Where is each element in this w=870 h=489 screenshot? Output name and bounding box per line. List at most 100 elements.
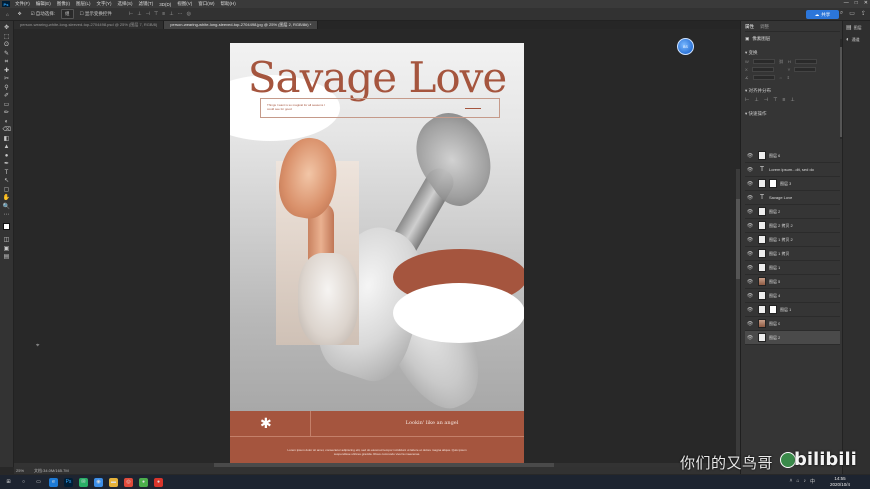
shape-tool-icon[interactable]: ▢ bbox=[3, 187, 11, 193]
layer-row[interactable]: 👁 图层 1 bbox=[745, 261, 840, 275]
zoom-level[interactable]: 25% bbox=[16, 468, 24, 473]
rectangle-tool-icon[interactable]: ▭ bbox=[3, 102, 11, 108]
floating-assistant-badge[interactable]: BS bbox=[677, 38, 694, 55]
visibility-eye-icon[interactable]: 👁 bbox=[745, 279, 755, 285]
folder-icon[interactable]: ▬ bbox=[109, 477, 118, 487]
screen-mode-icon[interactable]: ▣ bbox=[3, 246, 11, 252]
pen-tool-icon[interactable]: ✒ bbox=[3, 161, 11, 167]
auto-select-dropdown[interactable]: 组 bbox=[61, 9, 74, 19]
move-tool-preset-icon[interactable]: ✥ bbox=[15, 10, 25, 18]
menu-select[interactable]: 选择(S) bbox=[115, 1, 136, 7]
align-left-edges-icon[interactable]: ⊢ bbox=[745, 97, 749, 103]
visibility-eye-icon[interactable]: 👁 bbox=[745, 251, 755, 257]
app-green-icon[interactable]: ● bbox=[139, 477, 148, 487]
gradient-tool-icon[interactable]: ◧ bbox=[3, 136, 11, 142]
auto-select-checkbox[interactable]: ☑ 自动选择: bbox=[28, 10, 59, 18]
y-field[interactable] bbox=[794, 67, 817, 72]
zoom-tool-icon[interactable]: 🔍 bbox=[3, 204, 11, 210]
visibility-eye-icon[interactable]: 👁 bbox=[745, 321, 755, 327]
start-icon[interactable]: ⊞ bbox=[4, 478, 13, 487]
layer-row[interactable]: 👁 图层 4 bbox=[745, 289, 840, 303]
quick-mask-icon[interactable]: ◫ bbox=[3, 237, 11, 243]
photoshop-taskbar-icon[interactable]: Ps bbox=[64, 477, 73, 487]
menu-layer[interactable]: 图层(L) bbox=[73, 1, 94, 7]
visibility-eye-icon[interactable]: 👁 bbox=[745, 195, 755, 201]
layer-row[interactable]: 👁 图层 2 拷贝 2 bbox=[745, 219, 840, 233]
workspace-icon[interactable]: ▭ bbox=[849, 10, 855, 17]
artboard-icon[interactable]: ▤ bbox=[3, 254, 11, 260]
visibility-eye-icon[interactable]: 👁 bbox=[745, 237, 755, 243]
eyedropper-tool-icon[interactable]: ⚲ bbox=[3, 85, 11, 91]
app-red-icon[interactable]: ● bbox=[154, 477, 163, 487]
ime-icon[interactable]: 中 bbox=[810, 478, 815, 485]
rotation-field[interactable] bbox=[752, 75, 775, 80]
share-button[interactable]: ☁ 共享 bbox=[806, 10, 839, 19]
tab-properties[interactable]: 属性 bbox=[745, 24, 754, 30]
align-top-icon[interactable]: ⊤ bbox=[154, 11, 158, 17]
flip-horizontal-icon[interactable]: ⇔ bbox=[779, 75, 783, 80]
wechat-icon[interactable]: ✉ bbox=[79, 477, 88, 487]
path-select-tool-icon[interactable]: ↖ bbox=[3, 178, 11, 184]
layer-row[interactable]: 👁 T Savage Love bbox=[745, 191, 840, 205]
layer-row[interactable]: 👁 图层 2 bbox=[745, 205, 840, 219]
chat-icon[interactable]: ◉ bbox=[94, 477, 103, 487]
visibility-eye-icon[interactable]: 👁 bbox=[745, 167, 755, 173]
blur-tool-icon[interactable]: ▲ bbox=[3, 144, 11, 150]
flip-vertical-icon[interactable]: ⇕ bbox=[787, 75, 790, 80]
tab-document-jpg[interactable]: person-wearing-white-long-sleeved-top-27… bbox=[164, 21, 319, 29]
minimize-icon[interactable]: — bbox=[844, 0, 849, 6]
menu-type[interactable]: 文字(Y) bbox=[94, 1, 115, 7]
side-panel-channels[interactable]: ◐ 通道 bbox=[843, 34, 870, 46]
align-bottom-edges-icon[interactable]: ⊥ bbox=[790, 97, 794, 103]
visibility-eye-icon[interactable]: 👁 bbox=[745, 153, 755, 159]
visibility-eye-icon[interactable]: 👁 bbox=[745, 223, 755, 229]
align-h-centers-icon[interactable]: ⊥ bbox=[754, 97, 758, 103]
menu-edit[interactable]: 编辑(E) bbox=[33, 1, 54, 7]
link-icon[interactable]: ⛓ bbox=[779, 59, 784, 64]
layer-row[interactable]: 👁 图层 1 拷贝 2 bbox=[745, 233, 840, 247]
hand-tool-icon[interactable]: ✋ bbox=[3, 195, 11, 201]
3d-mode-icon[interactable]: ◎ bbox=[187, 11, 191, 17]
layer-row[interactable]: 👁 图层 1 bbox=[745, 303, 840, 317]
share-arrow-icon[interactable]: ⇪ bbox=[861, 10, 866, 17]
volume-icon[interactable]: ♪ bbox=[803, 478, 806, 485]
align-left-icon[interactable]: ⊢ bbox=[129, 11, 133, 17]
align-section[interactable]: ▾ 对齐并分布 bbox=[745, 88, 840, 94]
layer-row[interactable]: 👁 图层 6 bbox=[745, 149, 840, 163]
align-right-icon[interactable]: ⊣ bbox=[146, 11, 150, 17]
slice-tool-icon[interactable]: ✂ bbox=[3, 76, 11, 82]
layer-row[interactable]: 👁 图层 0 bbox=[745, 317, 840, 331]
menu-view[interactable]: 视图(V) bbox=[174, 1, 195, 7]
layer-row[interactable]: 👁 图层 2 bbox=[745, 331, 840, 345]
home-icon[interactable]: ⌂ bbox=[3, 11, 12, 18]
layer-row[interactable]: 👁 图层 3 bbox=[745, 177, 840, 191]
layer-row[interactable]: 👁 T Lorem ipsum...dit, sed do bbox=[745, 163, 840, 177]
brush-tool-icon[interactable]: ✏ bbox=[3, 110, 11, 116]
edge-browser-icon[interactable]: e bbox=[49, 477, 58, 487]
tab-document-psd[interactable]: person-wearing-white-long-sleeved-top-27… bbox=[14, 21, 165, 29]
task-view-icon[interactable]: ▭ bbox=[34, 478, 43, 487]
width-field[interactable] bbox=[752, 59, 775, 64]
background-color-swatch[interactable] bbox=[7, 226, 14, 234]
lasso-tool-icon[interactable]: ʘ bbox=[3, 42, 11, 48]
more-options-icon[interactable]: ⋯ bbox=[178, 11, 183, 17]
menu-file[interactable]: 文件(F) bbox=[12, 1, 33, 7]
align-top-edges-icon[interactable]: ⊤ bbox=[773, 97, 777, 103]
align-bottom-icon[interactable]: ⊥ bbox=[169, 11, 173, 17]
chrome-icon[interactable]: ◎ bbox=[124, 477, 133, 487]
layer-row[interactable]: 👁 图层 1 拷贝 bbox=[745, 247, 840, 261]
quick-actions-section[interactable]: ▾ 快速操作 bbox=[745, 111, 840, 117]
edit-toolbar-icon[interactable]: ⋯ bbox=[3, 212, 11, 218]
marquee-tool-icon[interactable]: ⬚ bbox=[3, 34, 11, 40]
taskbar-clock[interactable]: 14:55 2020/10/4 bbox=[830, 476, 850, 487]
frame-tool-icon[interactable]: ✚ bbox=[3, 68, 11, 74]
healing-brush-tool-icon[interactable]: ✐ bbox=[3, 93, 11, 99]
align-middle-icon[interactable]: ≡ bbox=[162, 11, 165, 17]
menu-window[interactable]: 窗口(W) bbox=[195, 1, 217, 7]
type-tool-icon[interactable]: T bbox=[3, 170, 11, 176]
visibility-eye-icon[interactable]: 👁 bbox=[745, 293, 755, 299]
visibility-eye-icon[interactable]: 👁 bbox=[745, 307, 755, 313]
height-field[interactable] bbox=[794, 59, 817, 64]
menu-filter[interactable]: 滤镜(T) bbox=[136, 1, 157, 7]
crop-tool-icon[interactable]: ⌗ bbox=[3, 59, 11, 65]
